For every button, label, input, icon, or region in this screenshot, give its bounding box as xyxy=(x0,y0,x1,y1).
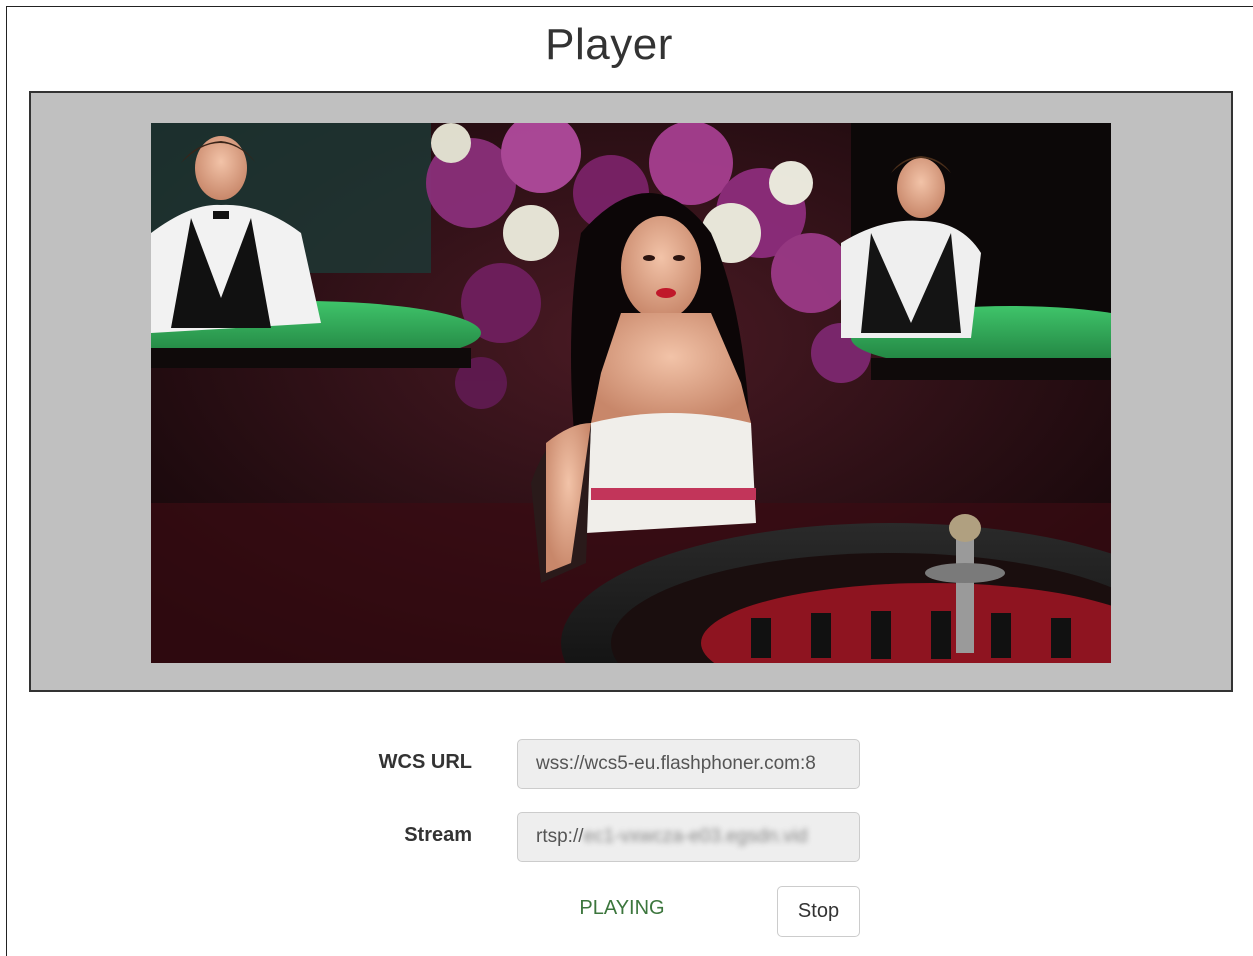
stream-label: Stream xyxy=(404,824,472,846)
stop-button[interactable]: Stop xyxy=(777,886,860,937)
wcs-url-input[interactable] xyxy=(517,739,860,789)
status-text: PLAYING xyxy=(579,897,665,919)
stream-input-visible-text: rtsp:// xyxy=(536,826,584,847)
video-frame-image xyxy=(151,123,1111,663)
stream-input[interactable]: rtsp://ec1-vxwcza-e03.egsdn.vid xyxy=(517,812,860,862)
page-title: Player xyxy=(545,20,673,69)
player-container xyxy=(29,91,1233,692)
video-display[interactable] xyxy=(151,123,1111,663)
wcs-url-label: WCS URL xyxy=(378,751,472,773)
stream-input-obscured-text: ec1-vxwcza-e03.egsdn.vid xyxy=(583,826,808,847)
